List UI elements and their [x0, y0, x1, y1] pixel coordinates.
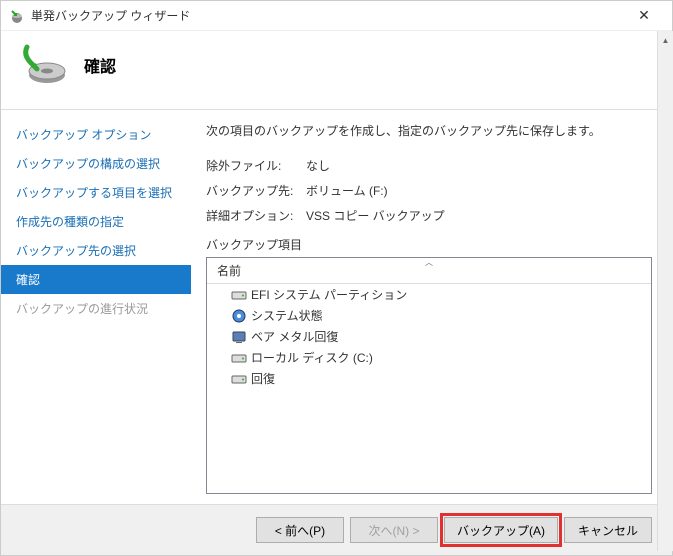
- page-title: 確認: [84, 53, 116, 77]
- system-state-icon: [231, 308, 247, 324]
- sidebar-item-backup-options[interactable]: バックアップ オプション: [1, 120, 191, 149]
- sort-arrow-icon: ︿: [425, 257, 433, 268]
- sidebar-item-confirm[interactable]: 確認: [1, 265, 191, 294]
- list-item[interactable]: ベア メタル回復: [207, 326, 651, 347]
- list-item-label: ローカル ディスク (C:): [251, 349, 373, 366]
- app-icon: [9, 8, 25, 24]
- list-item[interactable]: 回復: [207, 368, 651, 389]
- titlebar: 単発バックアップ ウィザード ✕: [1, 1, 672, 31]
- wizard-body: バックアップ オプション バックアップの構成の選択 バックアップする項目を選択 …: [1, 110, 672, 504]
- list-item[interactable]: ローカル ディスク (C:): [207, 347, 651, 368]
- bare-metal-icon: [231, 329, 247, 345]
- window-title: 単発バックアップ ウィザード: [31, 7, 624, 24]
- list-item[interactable]: システム状態: [207, 305, 651, 326]
- info-label: 詳細オプション:: [206, 207, 306, 224]
- drive-icon: [231, 287, 247, 303]
- backup-items-label: バックアップ項目: [206, 236, 652, 253]
- scroll-up-icon[interactable]: ▲: [658, 31, 673, 49]
- cancel-button[interactable]: キャンセル: [564, 517, 652, 543]
- list-header-text: 名前: [217, 264, 241, 278]
- content-pane: 次の項目のバックアップを作成し、指定のバックアップ先に保存します。 除外ファイル…: [191, 110, 672, 504]
- info-label: 除外ファイル:: [206, 157, 306, 174]
- close-button[interactable]: ✕: [624, 2, 664, 30]
- prev-button[interactable]: < 前へ(P): [256, 517, 344, 543]
- sidebar-item-config-select[interactable]: バックアップの構成の選択: [1, 149, 191, 178]
- outer-scrollbar[interactable]: ▲: [657, 31, 673, 551]
- list-item-label: 回復: [251, 370, 275, 387]
- description-text: 次の項目のバックアップを作成し、指定のバックアップ先に保存します。: [206, 122, 652, 139]
- wizard-header: 確認: [1, 31, 672, 110]
- info-row-destination: バックアップ先: ボリューム (F:): [206, 182, 652, 199]
- list-item-label: ベア メタル回復: [251, 328, 338, 345]
- list-item[interactable]: EFI システム パーティション: [207, 284, 651, 305]
- sidebar-item-dest-type[interactable]: 作成先の種類の指定: [1, 207, 191, 236]
- sidebar-item-items-select[interactable]: バックアップする項目を選択: [1, 178, 191, 207]
- next-button: 次へ(N) >: [350, 517, 438, 543]
- wizard-icon: [21, 41, 69, 89]
- info-row-exclude: 除外ファイル: なし: [206, 157, 652, 174]
- drive-icon: [231, 371, 247, 387]
- list-header-name[interactable]: 名前 ︿: [207, 258, 651, 283]
- info-label: バックアップ先:: [206, 182, 306, 199]
- list-header[interactable]: 名前 ︿: [207, 258, 651, 284]
- info-value: VSS コピー バックアップ: [306, 207, 652, 224]
- info-value: なし: [306, 157, 652, 174]
- backup-button[interactable]: バックアップ(A): [444, 517, 558, 543]
- sidebar-item-dest-select[interactable]: バックアップ先の選択: [1, 236, 191, 265]
- backup-items-list[interactable]: 名前 ︿ EFI システム パーティション システム状態 ベア メタル回復: [206, 257, 652, 494]
- sidebar-item-progress: バックアップの進行状況: [1, 294, 191, 323]
- list-item-label: EFI システム パーティション: [251, 286, 407, 303]
- wizard-steps-sidebar: バックアップ オプション バックアップの構成の選択 バックアップする項目を選択 …: [1, 110, 191, 504]
- drive-icon: [231, 350, 247, 366]
- list-item-label: システム状態: [251, 307, 323, 324]
- info-value: ボリューム (F:): [306, 182, 652, 199]
- wizard-window: 単発バックアップ ウィザード ✕ 確認 バックアップ オプション バックアップの…: [0, 0, 673, 556]
- info-row-advanced: 詳細オプション: VSS コピー バックアップ: [206, 207, 652, 224]
- wizard-footer: < 前へ(P) 次へ(N) > バックアップ(A) キャンセル: [1, 504, 672, 555]
